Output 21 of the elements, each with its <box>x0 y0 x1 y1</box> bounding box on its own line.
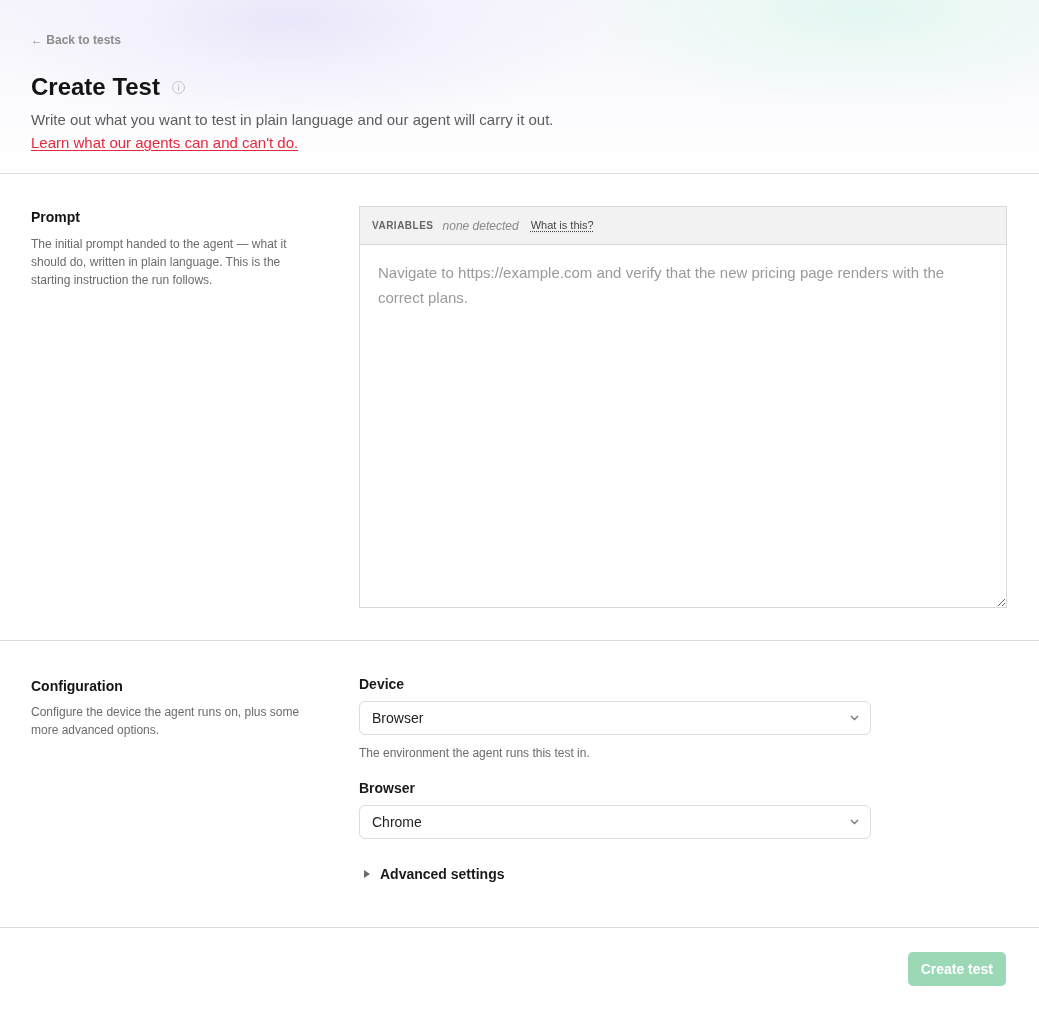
page-description: Write out what you want to test in plain language and our agent will carry it out. <box>31 110 555 130</box>
section-description: Configure the device the agent runs on, plus some more advanced options. <box>31 704 301 739</box>
variables-label: VARIABLES <box>372 219 434 233</box>
help-link[interactable]: Learn what our agents can and can't do. <box>31 132 299 154</box>
chevron-down-icon <box>850 715 859 721</box>
prompt-field[interactable]: Navigate to https://example.com and verify that the new pricing page renders with the correct plans. <box>359 245 1007 608</box>
field-label: Device <box>359 675 406 694</box>
what-is-this-link[interactable]: What is this? <box>530 217 594 234</box>
advanced-settings-toggle[interactable]: Advanced settings <box>359 863 505 885</box>
section-title: Prompt <box>31 208 81 227</box>
variables-status: none detected <box>442 217 519 235</box>
chevron-down-icon <box>850 819 859 825</box>
section-description: The initial prompt handed to the agent — what it should do, written in plain language. This is the starting instruction the run follows. <box>31 236 288 289</box>
caret-icon <box>364 870 370 878</box>
page-title: Create Test <box>31 72 160 102</box>
section-title: Configuration <box>31 677 124 696</box>
info-icon[interactable] <box>171 80 185 94</box>
dropdown-select[interactable]: Chrome <box>359 805 871 839</box>
field-hint: The environment the agent runs this test in. <box>359 745 591 762</box>
dropdown-select[interactable]: Browser <box>359 701 871 735</box>
field-label: Browser <box>359 779 417 798</box>
